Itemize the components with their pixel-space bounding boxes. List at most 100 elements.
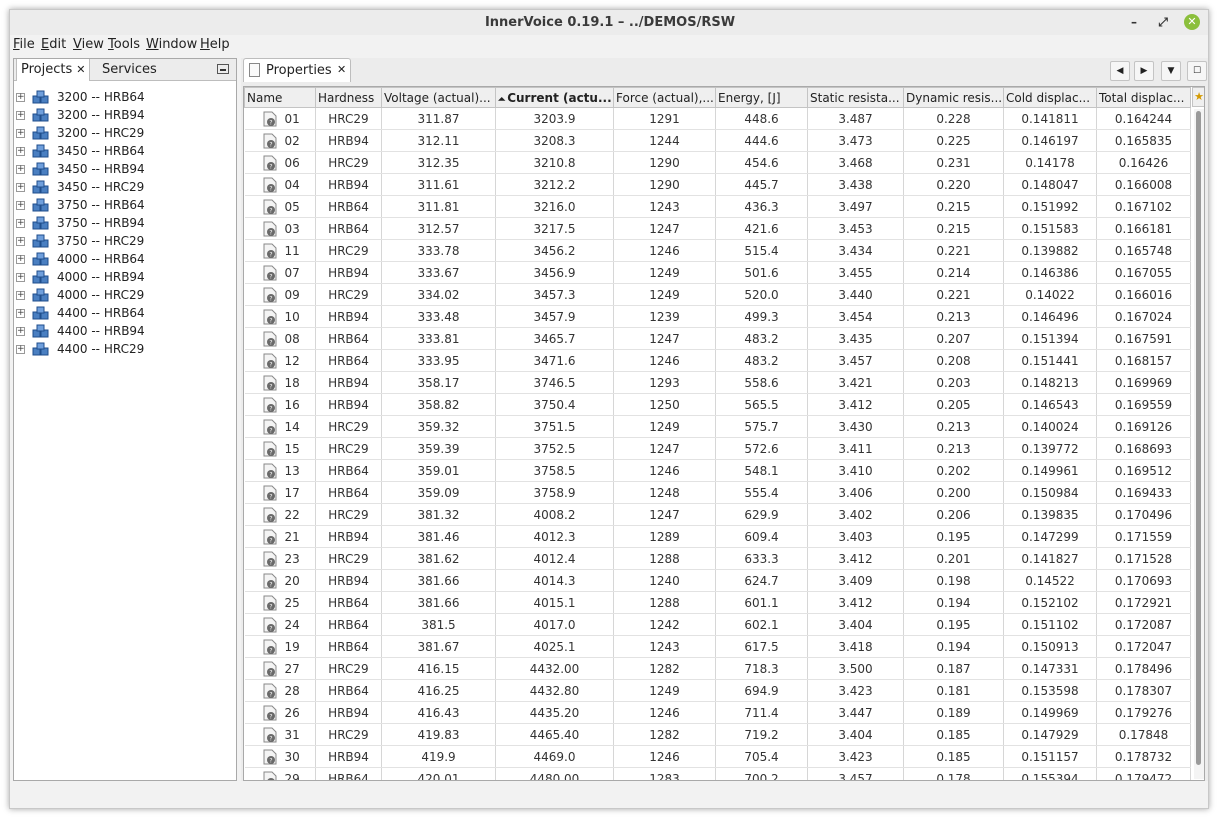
table-row[interactable]: ? 22 HRC29 381.32 4008.2 1247 629.9 3.402 0.206 0… xyxy=(244,503,1191,526)
column-header[interactable]: Total displac... xyxy=(1096,87,1191,108)
menu-edit[interactable]: Edit xyxy=(41,37,66,52)
table-row[interactable]: ? 08 HRB64 333.81 3465.7 1247 483.2 3.435 0.207 0… xyxy=(244,327,1191,350)
scroll-left-icon[interactable]: ◀ xyxy=(1110,61,1130,81)
table-cell: 0.171559 xyxy=(1096,525,1191,548)
tree-item-project[interactable]: +4400 -- HRB94 xyxy=(14,323,236,341)
expand-icon[interactable]: + xyxy=(16,237,25,246)
table-cell: 0.14522 xyxy=(1003,569,1097,592)
table-row[interactable]: ? 17 HRB64 359.09 3758.9 1248 555.4 3.406 0.200 0… xyxy=(244,481,1191,504)
table-row[interactable]: ? 07 HRB94 333.67 3456.9 1249 501.6 3.455 0.214 0… xyxy=(244,261,1191,284)
tree-item-project[interactable]: +3750 -- HRC29 xyxy=(14,233,236,251)
tab-projects-close-icon[interactable]: ✕ xyxy=(76,63,85,76)
maximize-window-icon[interactable]: ☐ xyxy=(1187,61,1207,81)
vertical-scrollbar[interactable] xyxy=(1194,109,1204,779)
table-cell: HRB64 xyxy=(315,217,382,240)
table-row[interactable]: ? 20 HRB94 381.66 4014.3 1240 624.7 3.409 0.198 0… xyxy=(244,569,1191,592)
close-icon[interactable]: ✕ xyxy=(1184,14,1200,30)
tree-item-project[interactable]: +4000 -- HRB64 xyxy=(14,251,236,269)
maximize-icon[interactable]: ⤢ xyxy=(1155,14,1171,30)
table-row[interactable]: ? 25 HRB64 381.66 4015.1 1288 601.1 3.412 0.194 0… xyxy=(244,591,1191,614)
expand-icon[interactable]: + xyxy=(16,183,25,192)
table-row[interactable]: ? 18 HRB94 358.17 3746.5 1293 558.6 3.421 0.203 0… xyxy=(244,371,1191,394)
table-row[interactable]: ? 03 HRB64 312.57 3217.5 1247 421.6 3.453 0.215 0… xyxy=(244,217,1191,240)
table-row[interactable]: ? 27 HRC29 416.15 4432.00 1282 718.3 3.500 0.187… xyxy=(244,657,1191,680)
table-row[interactable]: ? 21 HRB94 381.46 4012.3 1289 609.4 3.403 0.195 0… xyxy=(244,525,1191,548)
table-cell: 0.164244 xyxy=(1096,107,1191,130)
tree-item-project[interactable]: +3200 -- HRB94 xyxy=(14,107,236,125)
expand-icon[interactable]: + xyxy=(16,111,25,120)
expand-icon[interactable]: + xyxy=(16,255,25,264)
table-row[interactable]: ? 10 HRB94 333.48 3457.9 1239 499.3 3.454 0.213 0… xyxy=(244,305,1191,328)
table-row[interactable]: ? 16 HRB94 358.82 3750.4 1250 565.5 3.412 0.205 0… xyxy=(244,393,1191,416)
table-row[interactable]: ? 02 HRB94 312.11 3208.3 1244 444.6 3.473 0.225 0… xyxy=(244,129,1191,152)
tree-item-project[interactable]: +4000 -- HRB94 xyxy=(14,269,236,287)
column-header[interactable]: Cold displac... xyxy=(1003,87,1097,108)
column-header[interactable]: Energy, [J] xyxy=(715,87,808,108)
tree-item-project[interactable]: +4400 -- HRC29 xyxy=(14,341,236,359)
tree-item-project[interactable]: +3750 -- HRB64 xyxy=(14,197,236,215)
table-row[interactable]: ? 14 HRC29 359.32 3751.5 1249 575.7 3.430 0.213 0… xyxy=(244,415,1191,438)
expand-icon[interactable]: + xyxy=(16,147,25,156)
table-row[interactable]: ? 26 HRB94 416.43 4435.20 1246 711.4 3.447 0.189… xyxy=(244,701,1191,724)
tree-item-project[interactable]: +3450 -- HRB94 xyxy=(14,161,236,179)
tree-item-project[interactable]: +4400 -- HRB64 xyxy=(14,305,236,323)
tab-properties-close-icon[interactable]: ✕ xyxy=(337,63,346,76)
menu-window[interactable]: Window xyxy=(146,37,197,52)
menu-tools[interactable]: Tools xyxy=(108,37,140,52)
expand-icon[interactable]: + xyxy=(16,309,25,318)
table-row[interactable]: ? 11 HRC29 333.78 3456.2 1246 515.4 3.434 0.221 0… xyxy=(244,239,1191,262)
table-row[interactable]: ? 29 HRB64 420.01 4480.00 1283 700.2 3.457 0.178… xyxy=(244,767,1191,781)
table-row[interactable]: ? 31 HRC29 419.83 4465.40 1282 719.2 3.404 0.185… xyxy=(244,723,1191,746)
tree-item-project[interactable]: +3450 -- HRC29 xyxy=(14,179,236,197)
table-row[interactable]: ? 01 HRC29 311.87 3203.9 1291 448.6 3.487 0.228 0… xyxy=(244,107,1191,130)
tab-projects[interactable]: Projects ✕ xyxy=(16,59,91,81)
table-row[interactable]: ? 24 HRB64 381.5 4017.0 1242 602.1 3.404 0.195 0.… xyxy=(244,613,1191,636)
tree-item-project[interactable]: +3450 -- HRB64 xyxy=(14,143,236,161)
menu-file[interactable]: File xyxy=(13,37,35,52)
column-header[interactable]: Voltage (actual)... xyxy=(381,87,496,108)
tree-item-project[interactable]: +3200 -- HRB64 xyxy=(14,89,236,107)
column-header[interactable]: Dynamic resis... xyxy=(903,87,1004,108)
tree-item-project[interactable]: +3200 -- HRC29 xyxy=(14,125,236,143)
expand-icon[interactable]: + xyxy=(16,219,25,228)
table-row[interactable]: ? 28 HRB64 416.25 4432.80 1249 694.9 3.423 0.181… xyxy=(244,679,1191,702)
minimize-panel-icon[interactable] xyxy=(217,64,229,74)
table-row[interactable]: ? 15 HRC29 359.39 3752.5 1247 572.6 3.411 0.213 0… xyxy=(244,437,1191,460)
scroll-right-icon[interactable]: ▶ xyxy=(1134,61,1154,81)
expand-icon[interactable]: + xyxy=(16,345,25,354)
column-header[interactable]: Hardness xyxy=(315,87,382,108)
tab-properties[interactable]: Properties ✕ xyxy=(243,58,351,82)
table-cell: 718.3 xyxy=(715,657,808,680)
tree-item-project[interactable]: +4000 -- HRC29 xyxy=(14,287,236,305)
column-header[interactable]: ⏶ Current (actu... xyxy=(495,87,614,108)
minimize-icon[interactable]: – xyxy=(1126,14,1142,30)
table-row[interactable]: ? 12 HRB64 333.95 3471.6 1246 483.2 3.457 0.208 0… xyxy=(244,349,1191,372)
table-row[interactable]: ? 05 HRB64 311.81 3216.0 1243 436.3 3.497 0.215 0… xyxy=(244,195,1191,218)
column-chooser-icon[interactable]: ★ xyxy=(1192,87,1204,107)
show-opened-documents-icon[interactable]: ▼ xyxy=(1161,61,1181,81)
column-header[interactable]: Force (actual),... xyxy=(613,87,716,108)
column-header[interactable]: Static resista... xyxy=(807,87,904,108)
menu-view[interactable]: View xyxy=(73,37,104,52)
table-row[interactable]: ? 23 HRC29 381.62 4012.4 1288 633.3 3.412 0.201 0… xyxy=(244,547,1191,570)
expand-icon[interactable]: + xyxy=(16,291,25,300)
scrollbar-thumb[interactable] xyxy=(1196,111,1201,765)
tree-item-project[interactable]: +3750 -- HRB94 xyxy=(14,215,236,233)
row-name: 29 xyxy=(284,771,300,781)
table-row[interactable]: ? 09 HRC29 334.02 3457.3 1249 520.0 3.440 0.221 0… xyxy=(244,283,1191,306)
table-row[interactable]: ? 06 HRC29 312.35 3210.8 1290 454.6 3.468 0.231 0… xyxy=(244,151,1191,174)
table-row[interactable]: ? 04 HRB94 311.61 3212.2 1290 445.7 3.438 0.220 0… xyxy=(244,173,1191,196)
table-cell: ? 01 xyxy=(244,107,316,130)
expand-icon[interactable]: + xyxy=(16,129,25,138)
expand-icon[interactable]: + xyxy=(16,327,25,336)
column-header[interactable]: Name xyxy=(244,87,316,108)
expand-icon[interactable]: + xyxy=(16,165,25,174)
expand-icon[interactable]: + xyxy=(16,273,25,282)
table-row[interactable]: ? 19 HRB64 381.67 4025.1 1243 617.5 3.418 0.194 0… xyxy=(244,635,1191,658)
table-row[interactable]: ? 30 HRB94 419.9 4469.0 1246 705.4 3.423 0.185 0.… xyxy=(244,745,1191,768)
expand-icon[interactable]: + xyxy=(16,93,25,102)
table-row[interactable]: ? 13 HRB64 359.01 3758.5 1246 548.1 3.410 0.202 0… xyxy=(244,459,1191,482)
expand-icon[interactable]: + xyxy=(16,201,25,210)
menu-help[interactable]: Help xyxy=(200,37,230,52)
tab-services[interactable]: Services xyxy=(98,59,161,81)
